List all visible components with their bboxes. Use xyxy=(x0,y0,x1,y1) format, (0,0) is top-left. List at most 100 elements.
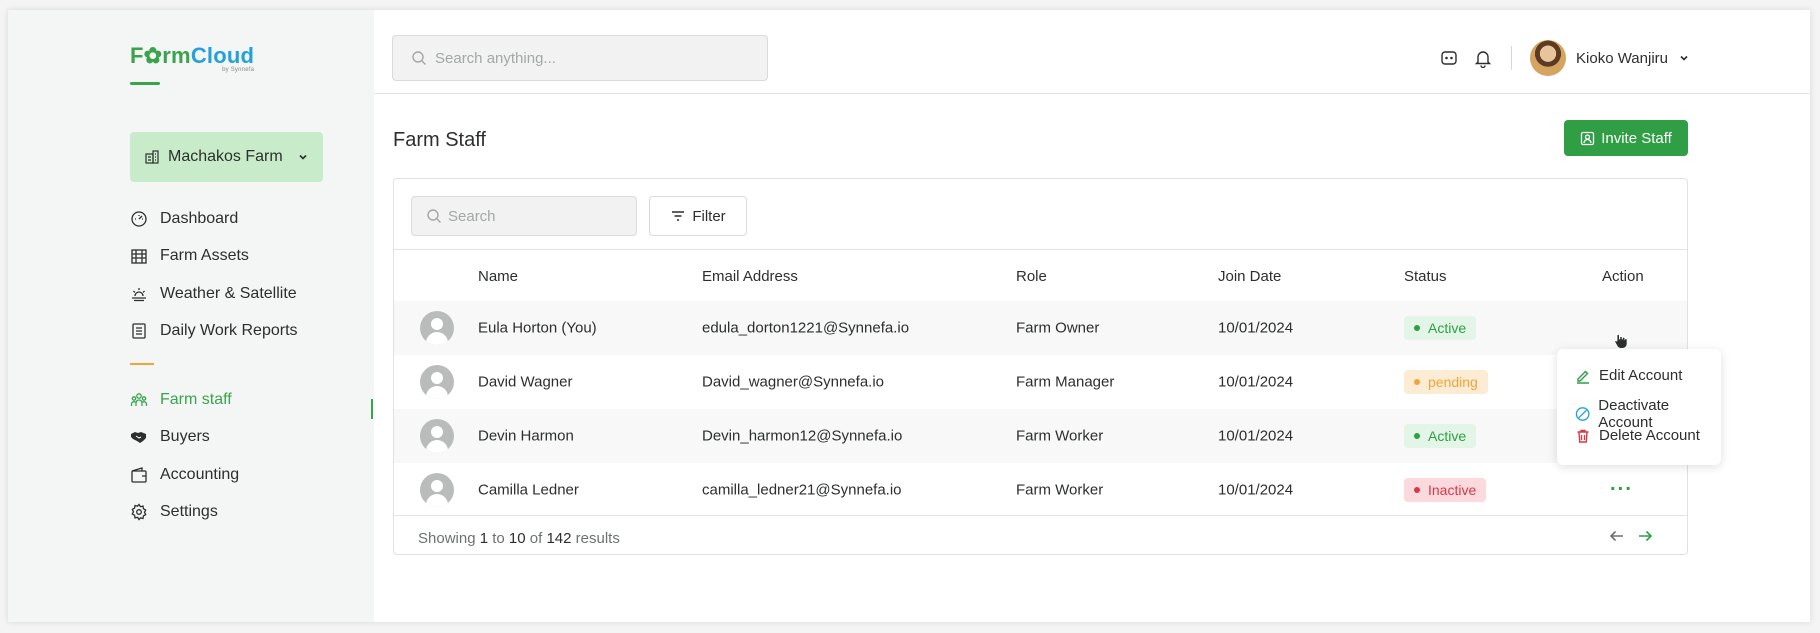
settings-icon xyxy=(131,503,147,521)
sidebar-item-label: Daily Work Reports xyxy=(160,322,298,340)
handshake-icon xyxy=(131,432,146,444)
row-action-menu: Edit Account Deactivate Account Delete A… xyxy=(1557,349,1721,465)
pagination-summary: Showing 1 to 10 of 142 results xyxy=(418,530,620,547)
sidebar-item-daily-work-reports[interactable]: Daily Work Reports xyxy=(130,313,370,351)
global-search-placeholder: Search anything... xyxy=(435,49,556,67)
top-bar: Search anything... Kioko Wanjiru xyxy=(374,10,1810,94)
status-badge: Inactive xyxy=(1404,478,1487,502)
building-icon xyxy=(145,150,159,164)
edit-account-label: Edit Account xyxy=(1599,367,1683,384)
header-action: Action xyxy=(1602,267,1644,285)
arrow-right-icon[interactable] xyxy=(1637,528,1653,549)
sidebar-item-dashboard[interactable]: Dashboard xyxy=(130,200,370,238)
chat-icon[interactable] xyxy=(1439,48,1459,68)
header-status[interactable]: Status xyxy=(1404,268,1447,285)
table-row[interactable]: Eula Horton (You) edula_dorton1221@Synne… xyxy=(394,301,1687,355)
cell-name: Eula Horton (You) xyxy=(478,319,597,337)
sidebar-nav: Dashboard Farm Assets Weather & Satellit… xyxy=(130,200,370,531)
cell-email: David_wagner@Synnefa.io xyxy=(702,373,884,391)
table-row[interactable]: Devin Harmon Devin_harmon12@Synnefa.io F… xyxy=(394,409,1687,463)
table-search-input[interactable]: Search xyxy=(411,196,637,236)
cell-role: Farm Manager xyxy=(1016,373,1115,391)
sidebar-item-buyers[interactable]: Buyers xyxy=(130,419,370,457)
more-actions-icon[interactable]: ··· xyxy=(1610,479,1633,502)
cell-email: Devin_harmon12@Synnefa.io xyxy=(702,427,903,445)
user-name[interactable]: Kioko Wanjiru xyxy=(1576,50,1668,67)
sidebar-item-weather[interactable]: Weather & Satellite xyxy=(130,275,370,313)
farm-assets-icon xyxy=(131,249,147,264)
weather-icon xyxy=(132,287,146,301)
sidebar-item-label: Farm Assets xyxy=(160,247,249,265)
reports-icon xyxy=(132,323,146,339)
sidebar-item-farm-assets[interactable]: Farm Assets xyxy=(130,238,370,276)
cell-email: camilla_ledner21@Synnefa.io xyxy=(702,481,902,499)
sidebar-item-label: Weather & Satellite xyxy=(160,284,297,302)
table-row[interactable]: David Wagner David_wagner@Synnefa.io Far… xyxy=(394,355,1687,409)
logo-subtext: by Synnefa xyxy=(222,67,255,73)
cell-join-date: 10/01/2024 xyxy=(1218,427,1294,445)
pencil-icon xyxy=(1577,370,1589,384)
table-search-placeholder: Search xyxy=(448,207,496,225)
status-badge: pending xyxy=(1404,370,1488,394)
chevron-down-icon[interactable] xyxy=(1678,52,1690,64)
staff-icon xyxy=(130,392,148,406)
table-header: Name Email Address Role Join Date Status… xyxy=(394,249,1687,302)
filter-button[interactable]: Filter xyxy=(649,196,747,236)
user-avatar[interactable] xyxy=(1530,40,1567,76)
table-footer: Showing 1 to 10 of 142 results xyxy=(394,515,1687,554)
sidebar-item-settings[interactable]: Settings xyxy=(130,494,370,532)
logo-underline xyxy=(130,82,160,85)
header-email[interactable]: Email Address xyxy=(702,268,798,285)
app-window: F✿rmCloud by Synnefa Machakos Farm Dashb… xyxy=(8,10,1810,622)
status-badge: Active xyxy=(1404,316,1477,340)
deactivate-account-menu-item[interactable]: Deactivate Account xyxy=(1575,397,1721,431)
invite-staff-label: Invite Staff xyxy=(1601,129,1672,147)
cell-role: Farm Owner xyxy=(1016,319,1100,337)
top-divider xyxy=(1511,46,1513,70)
brand-logo[interactable]: F✿rmCloud by Synnefa xyxy=(130,43,254,73)
cell-role: Farm Worker xyxy=(1016,427,1104,445)
staff-table-card: Search Filter Name Email Address Role Jo… xyxy=(393,178,1688,555)
delete-account-label: Delete Account xyxy=(1599,427,1700,444)
logo-text-rm: rm xyxy=(162,43,191,68)
pagination-controls xyxy=(1597,528,1653,549)
logo-leaf-icon: ✿ xyxy=(143,43,163,68)
cell-email: edula_dorton1221@Synnefa.io xyxy=(702,319,910,337)
block-icon xyxy=(1575,407,1590,421)
cell-name: Devin Harmon xyxy=(478,427,574,445)
sidebar-item-farm-staff[interactable]: Farm staff xyxy=(130,381,370,419)
arrow-left-icon[interactable] xyxy=(1609,528,1625,549)
sidebar-item-accounting[interactable]: Accounting xyxy=(130,456,370,494)
sidebar-divider xyxy=(130,363,154,365)
chevron-down-icon xyxy=(299,154,307,160)
bell-icon[interactable] xyxy=(1473,48,1493,68)
header-name[interactable]: Name xyxy=(478,268,518,285)
filter-icon xyxy=(672,211,685,221)
hand-cursor-icon xyxy=(1614,333,1628,349)
sidebar-item-label: Dashboard xyxy=(160,209,239,227)
search-icon xyxy=(427,209,441,223)
user-badge-icon xyxy=(1581,131,1595,145)
sidebar-item-label: Settings xyxy=(160,503,218,521)
global-search-input[interactable]: Search anything... xyxy=(392,35,768,81)
edit-account-menu-item[interactable]: Edit Account xyxy=(1575,367,1682,384)
wallet-icon xyxy=(131,466,147,483)
table-row[interactable]: Camilla Ledner camilla_ledner21@Synnefa.… xyxy=(394,463,1687,517)
avatar xyxy=(420,365,454,399)
active-indicator xyxy=(371,399,373,419)
delete-account-menu-item[interactable]: Delete Account xyxy=(1575,427,1700,444)
filter-label: Filter xyxy=(692,207,726,225)
farm-selector[interactable]: Machakos Farm xyxy=(130,132,323,182)
cell-join-date: 10/01/2024 xyxy=(1218,481,1294,499)
header-role[interactable]: Role xyxy=(1016,268,1047,285)
avatar xyxy=(420,419,454,453)
page-title: Farm Staff xyxy=(393,129,486,151)
cell-name: Camilla Ledner xyxy=(478,481,579,499)
dashboard-icon xyxy=(131,211,147,227)
invite-staff-button[interactable]: Invite Staff xyxy=(1564,120,1688,156)
avatar xyxy=(420,311,454,345)
status-badge: Active xyxy=(1404,424,1477,448)
header-join-date[interactable]: Join Date xyxy=(1218,268,1281,285)
sidebar-item-label: Buyers xyxy=(160,428,210,446)
cell-join-date: 10/01/2024 xyxy=(1218,373,1294,391)
